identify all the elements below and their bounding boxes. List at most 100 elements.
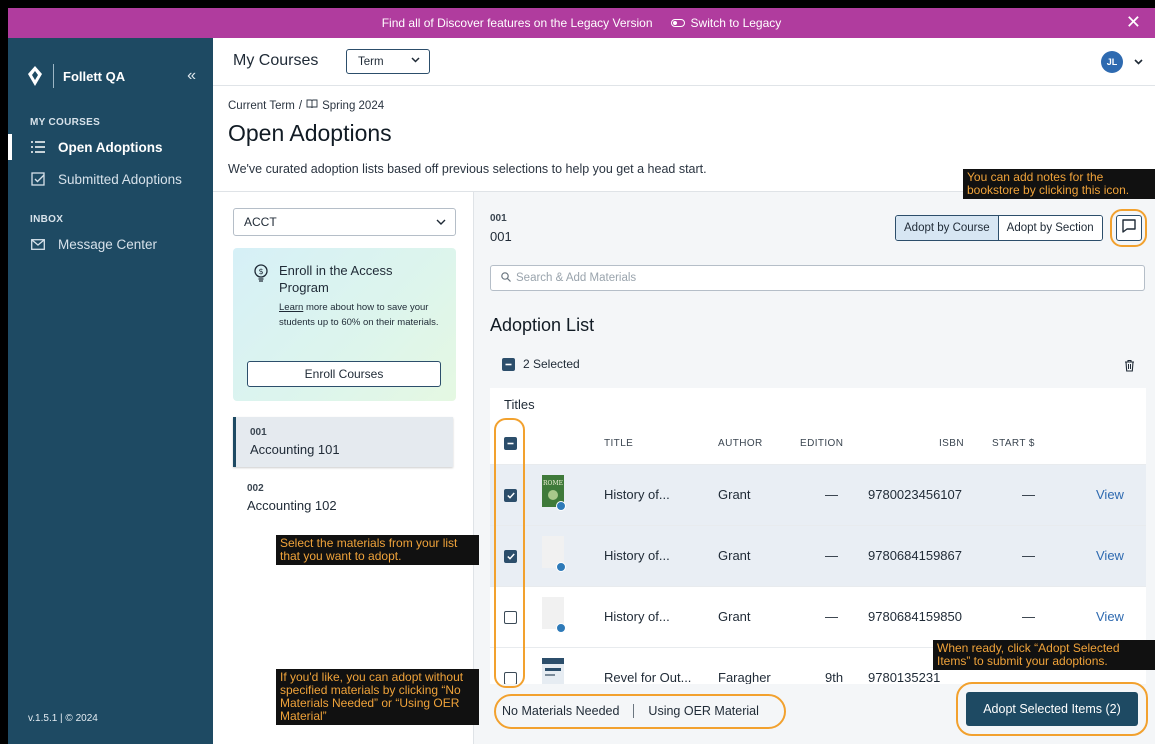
adopt-by-course-button[interactable]: Adopt by Course [896,216,999,240]
breadcrumb-term: Spring 2024 [322,99,385,112]
sidebar-item-label: Submitted Adoptions [58,171,182,187]
cell-start-price: — [1022,487,1035,502]
divider [53,64,54,88]
divider [633,704,635,718]
sidebar-item-label: Message Center [58,236,158,252]
annotation-adopt: When ready, click “Adopt Selected Items”… [933,640,1155,670]
row-checkbox[interactable] [504,611,517,624]
row-checkbox[interactable] [504,489,517,502]
department-select[interactable]: ACCT [233,208,456,236]
sidebar-item-submitted-adoptions[interactable]: Submitted Adoptions [8,166,213,192]
sidebar-item-open-adoptions[interactable]: Open Adoptions [8,134,213,160]
list-icon [30,141,46,153]
nav-section-my-courses: MY COURSES [30,117,101,128]
version-text: v.1.5.1 | © 2024 [28,713,98,724]
promo-title: Enroll in the Access Program [279,263,393,295]
annotation-no-materials: If you'd like, you can adopt without spe… [276,669,479,725]
search-icon [501,271,511,285]
annotation-select-materials: Select the materials from your list that… [276,535,479,565]
column-header-title[interactable]: TITLE [604,438,633,449]
enroll-courses-button[interactable]: Enroll Courses [247,361,441,387]
no-materials-options: No Materials Needed Using OER Material [502,704,759,718]
table-header: TITLE AUTHOR EDITION ISBN START $ [490,430,1146,458]
course-number: 002 [247,483,264,494]
sidebar-item-message-center[interactable]: Message Center [8,231,213,257]
term-select[interactable]: Term [346,49,430,74]
selection-summary: 2 Selected [502,357,580,371]
column-header-author[interactable]: AUTHOR [718,438,763,449]
search-placeholder: Search & Add Materials [516,272,637,284]
adopt-selected-items-button[interactable]: Adopt Selected Items (2) [966,692,1138,726]
digital-badge-icon [556,562,566,572]
savings-lightbulb-icon: $ [253,264,269,287]
table-row[interactable]: ROME History of... Grant — 9780023456107… [490,464,1146,525]
column-header-isbn[interactable]: ISBN [939,438,964,449]
breadcrumb-separator: / [298,99,303,112]
cell-isbn: 9780684159867 [868,548,962,563]
header-checkbox[interactable] [504,437,517,450]
collapse-sidebar-icon[interactable]: « [187,67,196,85]
row-checkbox[interactable] [504,550,517,563]
brand-name: Follett QA [63,68,126,84]
cell-title: History of... [604,609,670,624]
view-link[interactable]: View [1096,487,1124,502]
department-select-value: ACCT [244,215,277,229]
chevron-down-icon[interactable] [1134,53,1143,71]
term-select-value: Term [358,55,384,68]
promo-description: Learn more about how to save your studen… [279,300,447,330]
avatar[interactable]: JL [1101,51,1123,73]
header-title: My Courses [233,52,319,69]
cell-title: History of... [604,548,670,563]
adoption-list-title: Adoption List [490,315,595,335]
book-icon [306,99,318,112]
course-number: 001 [250,427,267,438]
access-program-promo: $ Enroll in the Access Program Learn mor… [233,248,456,401]
column-header-edition[interactable]: EDITION [800,438,843,449]
switch-label: Switch to Legacy [690,16,782,30]
selected-count: 2 Selected [523,357,580,371]
using-oer-material-link[interactable]: Using OER Material [648,704,758,718]
chevron-down-icon [411,55,420,67]
cell-author: Grant [718,487,751,502]
notes-button[interactable] [1116,215,1142,241]
view-link[interactable]: View [1096,609,1124,624]
cell-edition: — [825,609,838,624]
row-checkbox[interactable] [504,672,517,684]
svg-text:ROME: ROME [543,480,563,487]
breadcrumb-current-term[interactable]: Current Term [228,100,295,112]
search-input[interactable]: Search & Add Materials [490,265,1145,291]
adopt-mode-toggle: Adopt by Course Adopt by Section [895,215,1103,241]
chat-bubble-icon [1121,218,1137,239]
table-row[interactable]: History of... Grant — 9780684159850 — Vi… [490,586,1146,647]
nav-section-inbox: INBOX [30,214,64,225]
trash-icon[interactable] [1124,359,1135,377]
course-item[interactable]: 001 Accounting 101 [233,417,453,467]
column-header-start-price[interactable]: START $ [992,438,1035,449]
cell-start-price: — [1022,548,1035,563]
titles-label: Titles [504,397,535,412]
learn-link[interactable]: Learn [279,302,303,313]
cell-title: History of... [604,487,670,502]
brand: Follett QA « [26,64,196,88]
view-link[interactable]: View [1096,548,1124,563]
chevron-down-icon [436,216,446,230]
cell-edition: — [825,487,838,502]
switch-to-legacy-link[interactable]: Switch to Legacy [670,16,782,30]
table-row[interactable]: History of... Grant — 9780684159867 — Vi… [490,525,1146,586]
banner-text: Find all of Discover features on the Leg… [381,16,653,30]
sidebar-item-label: Open Adoptions [58,139,163,155]
cell-edition: 9th [825,670,844,684]
course-item[interactable]: 002 Accounting 102 [233,473,453,523]
adopt-by-section-button[interactable]: Adopt by Section [998,216,1102,240]
checkbox-icon [30,172,46,186]
close-icon[interactable]: ✕ [1126,12,1141,32]
cell-title: Revel for Out... [604,670,692,684]
cell-start-price: — [1022,609,1035,624]
cell-isbn: 9780023456107 [868,487,962,502]
cell-isbn: 9780684159850 [868,609,962,624]
select-all-checkbox[interactable] [502,357,515,371]
section-name: 001 [490,229,512,244]
mail-icon [30,238,46,250]
no-materials-needed-link[interactable]: No Materials Needed [502,704,619,718]
digital-badge-icon [556,501,566,511]
